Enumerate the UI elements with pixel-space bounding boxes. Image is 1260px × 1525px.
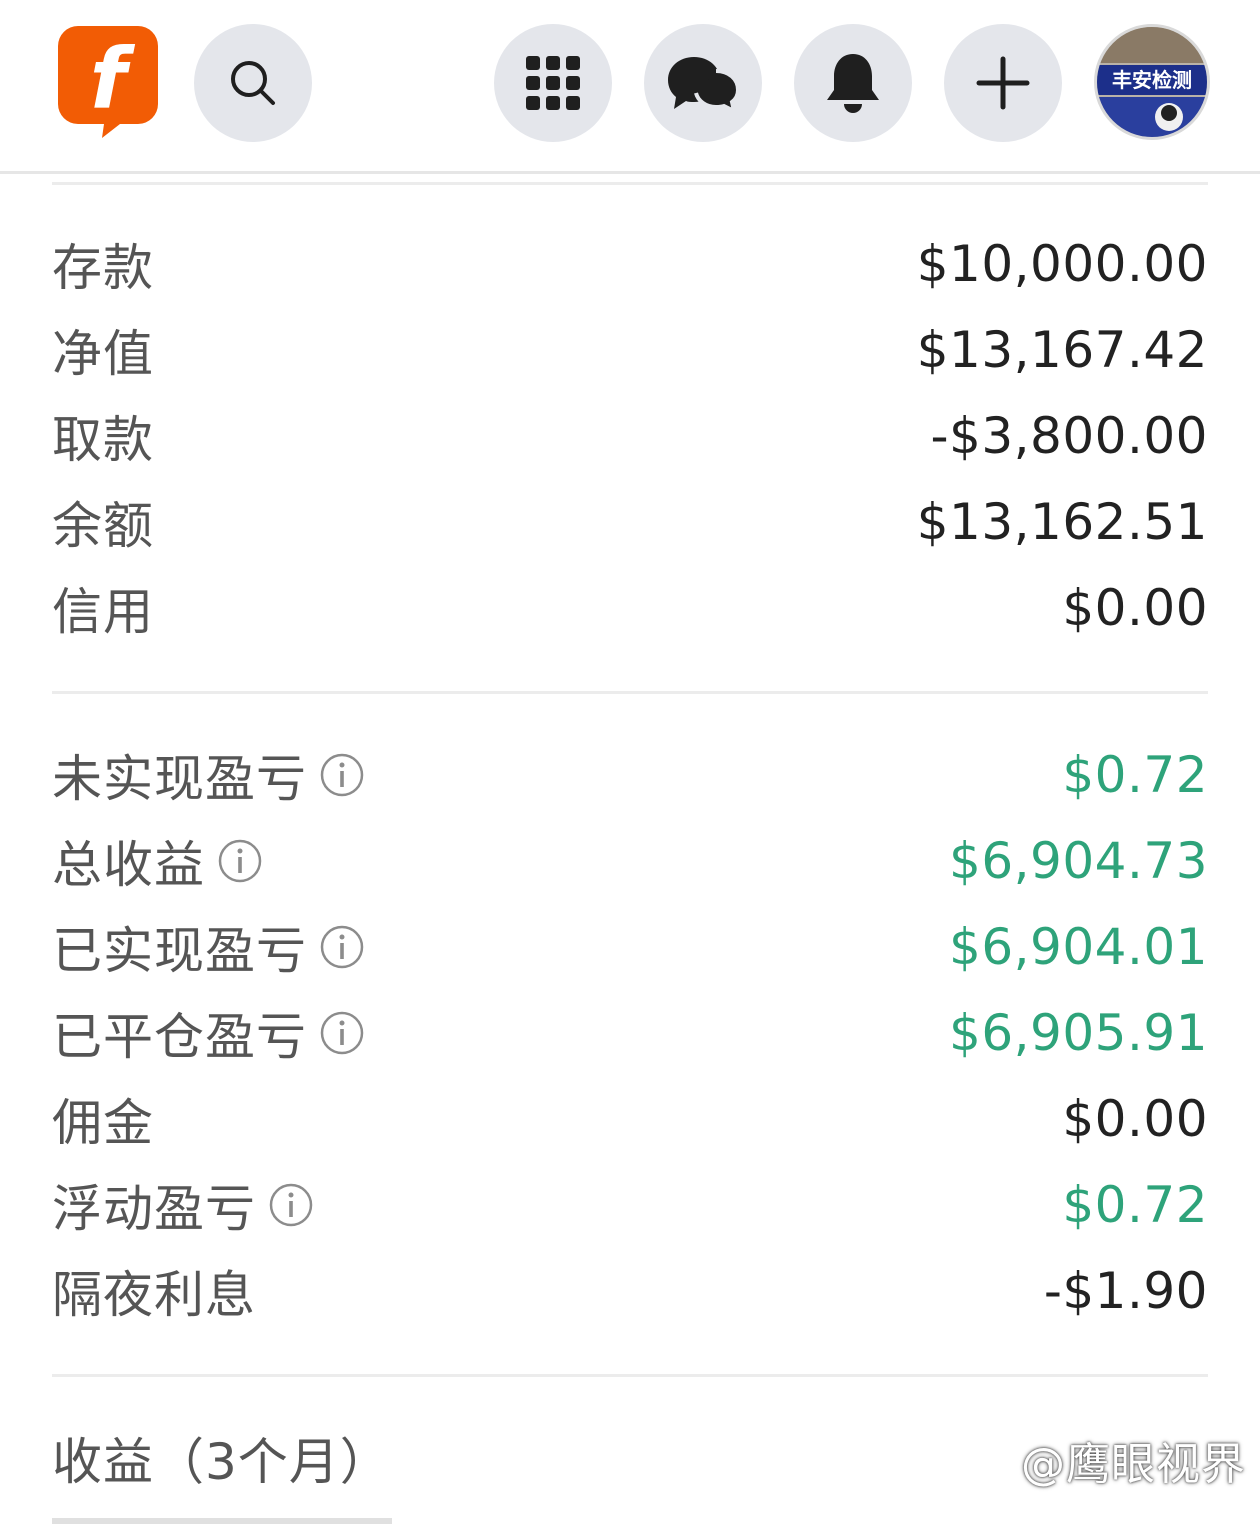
info-icon[interactable] — [319, 752, 365, 798]
realized-pnl-value: $6,904.01 — [949, 918, 1208, 976]
total-profit-label: 总收益 — [52, 836, 205, 894]
closed-pnl-value: $6,905.91 — [949, 1004, 1208, 1062]
deposit-value: $10,000.00 — [916, 235, 1208, 293]
watermark: @鹰眼视界 — [1021, 1439, 1246, 1490]
swap-label: 隔夜利息 — [52, 1266, 256, 1324]
withdrawal-value: -$3,800.00 — [930, 407, 1208, 465]
list-item: 取款 -$3,800.00 — [52, 393, 1208, 479]
realized-pnl-label: 已实现盈亏 — [52, 922, 307, 980]
avatar-sign-text: 丰安检测 — [1112, 68, 1192, 92]
messages-button[interactable] — [644, 24, 762, 142]
unrealized-pnl-label: 未实现盈亏 — [52, 750, 307, 808]
balance-value: $13,162.51 — [916, 493, 1208, 551]
equity-label: 净值 — [52, 325, 154, 383]
total-profit-value: $6,904.73 — [949, 832, 1208, 890]
info-icon[interactable] — [217, 838, 263, 884]
withdrawal-label: 取款 — [52, 411, 154, 469]
list-item: 净值 $13,167.42 — [52, 307, 1208, 393]
list-item: 余额 $13,162.51 — [52, 479, 1208, 565]
info-icon[interactable] — [268, 1182, 314, 1228]
profile-avatar[interactable]: 丰安检测 — [1094, 24, 1210, 140]
list-item: 已实现盈亏 $6,904.01 — [52, 904, 1208, 990]
closed-pnl-label: 已平仓盈亏 — [52, 1008, 307, 1066]
create-button[interactable] — [944, 24, 1062, 142]
partially-visible-row — [52, 1508, 1208, 1525]
commission-label: 佣金 — [52, 1094, 154, 1152]
commission-value: $0.00 — [1062, 1090, 1208, 1148]
chat-bubbles-icon — [666, 53, 740, 113]
bell-icon — [825, 52, 881, 114]
notifications-button[interactable] — [794, 24, 912, 142]
unrealized-pnl-value: $0.72 — [1062, 746, 1208, 804]
list-item: 存款 $10,000.00 — [52, 221, 1208, 307]
list-item: 已平仓盈亏 $6,905.91 — [52, 990, 1208, 1076]
search-icon — [227, 57, 279, 109]
list-item: 浮动盈亏 $0.72 — [52, 1162, 1208, 1248]
top-navigation-bar: f 丰安检测 — [0, 0, 1260, 174]
info-icon[interactable] — [319, 924, 365, 970]
account-details: 存款 $10,000.00 净值 $13,167.42 取款 -$3,800.0… — [52, 182, 1208, 1501]
profit-loss-section: 未实现盈亏 $0.72 总收益 $6,904.73 已实现盈亏 $6,904.0… — [52, 694, 1208, 1374]
list-item: 隔夜利息 -$1.90 — [52, 1248, 1208, 1334]
balance-label: 余额 — [52, 497, 154, 555]
info-icon[interactable] — [319, 1010, 365, 1056]
plus-icon — [975, 55, 1031, 111]
app-logo[interactable]: f — [58, 26, 158, 138]
floating-pnl-value: $0.72 — [1062, 1176, 1208, 1234]
account-balance-section: 存款 $10,000.00 净值 $13,167.42 取款 -$3,800.0… — [52, 185, 1208, 691]
cut-off-label — [52, 1518, 392, 1524]
swap-value: -$1.90 — [1043, 1262, 1208, 1320]
search-button[interactable] — [194, 24, 312, 142]
list-item: 佣金 $0.00 — [52, 1076, 1208, 1162]
credit-value: $0.00 — [1062, 579, 1208, 637]
deposit-label: 存款 — [52, 239, 154, 297]
equity-value: $13,167.42 — [916, 321, 1208, 379]
apps-grid-icon — [524, 54, 582, 112]
list-item: 总收益 $6,904.73 — [52, 818, 1208, 904]
list-item: 未实现盈亏 $0.72 — [52, 732, 1208, 818]
credit-label: 信用 — [52, 583, 154, 641]
returns-3-months-label: 收益（3个月） — [52, 1433, 391, 1491]
list-item: 信用 $0.00 — [52, 565, 1208, 651]
apps-menu-button[interactable] — [494, 24, 612, 142]
floating-pnl-label: 浮动盈亏 — [52, 1180, 256, 1238]
